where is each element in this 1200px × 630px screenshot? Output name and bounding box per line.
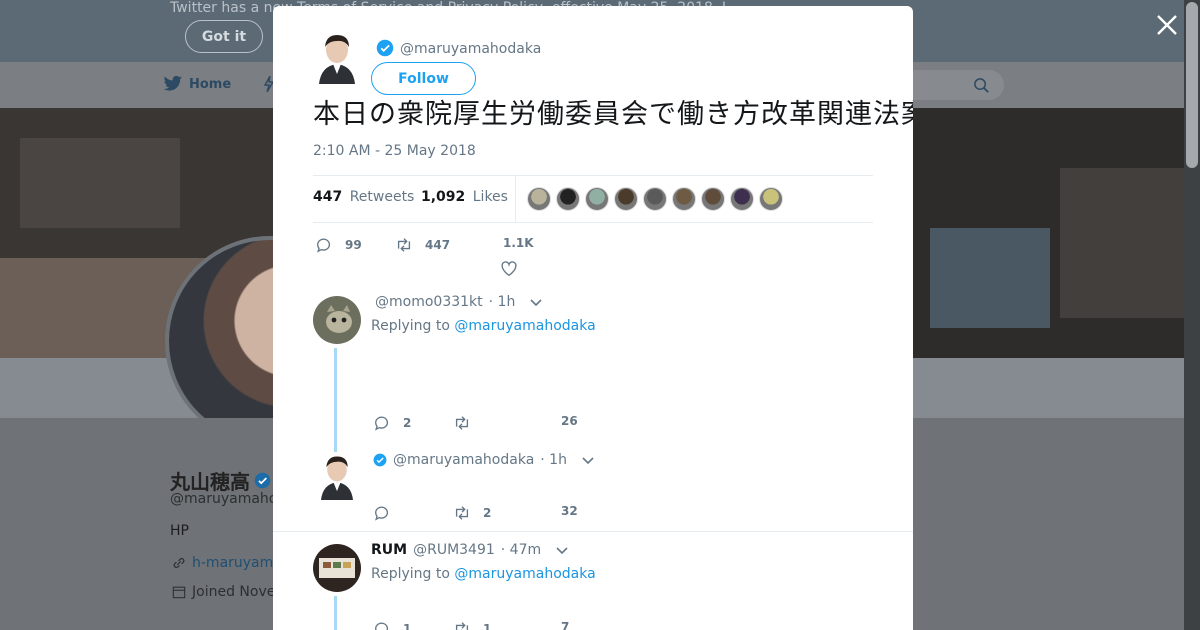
retweet-icon xyxy=(397,238,411,252)
reply-header: RUM @RUM3491 · 47m xyxy=(371,542,569,558)
verified-badge-icon xyxy=(376,39,394,57)
reply-action[interactable]: 2 xyxy=(373,414,411,432)
heart-icon[interactable] xyxy=(500,260,518,278)
thread-line xyxy=(334,348,337,448)
reply-avatar[interactable] xyxy=(313,544,361,592)
link-icon xyxy=(173,558,185,568)
replying-to: Replying to @maruyamahodaka xyxy=(371,318,596,334)
close-icon[interactable] xyxy=(1154,12,1180,38)
nav-home[interactable]: Home xyxy=(163,75,231,93)
like-action[interactable]: 7 xyxy=(561,620,569,630)
retweet-action[interactable] xyxy=(453,414,483,432)
like-action[interactable]: 32 xyxy=(561,504,578,518)
reply-avatar[interactable] xyxy=(313,296,361,344)
calendar-icon xyxy=(172,586,186,599)
author-handle[interactable]: @maruyamahodaka xyxy=(400,41,541,57)
follow-button[interactable]: Follow xyxy=(371,62,476,95)
reply-divider xyxy=(273,531,913,532)
retweet-count: 447 xyxy=(425,238,451,252)
retweet-action[interactable]: 1 xyxy=(453,620,491,630)
twitter-bird-icon xyxy=(163,75,183,91)
reply-header: @maruyamahodaka · 1h xyxy=(373,452,595,468)
like-count: 1.1K xyxy=(503,236,534,250)
reply-icon xyxy=(317,238,331,253)
like-count: 32 xyxy=(561,504,578,518)
reply-icon xyxy=(375,622,389,630)
reply-icon xyxy=(375,506,389,521)
liker-avatar[interactable] xyxy=(585,187,609,211)
retweet-action[interactable]: 447 xyxy=(395,236,450,254)
likes-count: 1,092 xyxy=(421,189,466,205)
verified-badge-icon xyxy=(373,453,387,467)
reply-count: 1 xyxy=(403,622,412,630)
reply-count: 2 xyxy=(403,416,412,430)
retweet-action[interactable]: 2 xyxy=(453,504,491,522)
tweet-text: 本日の衆院厚生労働委員会で働き方改革関連法案が強行採決されました。野党の反対を押… xyxy=(313,99,913,130)
likes-label: Likes xyxy=(472,189,508,205)
like-action[interactable]: 26 xyxy=(561,414,578,428)
chevron-down-icon[interactable] xyxy=(529,298,543,307)
liker-avatar[interactable] xyxy=(672,187,696,211)
retweets-stat[interactable]: 447 Retweets xyxy=(313,189,414,205)
liker-avatar[interactable] xyxy=(614,187,638,211)
reply-count: 99 xyxy=(345,238,362,252)
reply-icon xyxy=(375,416,389,431)
stats-divider xyxy=(515,176,516,223)
reply-action[interactable] xyxy=(373,504,403,522)
reply-name[interactable]: RUM xyxy=(371,542,407,558)
replying-to-handle[interactable]: @maruyamahodaka xyxy=(454,566,595,582)
author-avatar[interactable] xyxy=(313,30,361,84)
retweets-label: Retweets xyxy=(349,189,415,205)
retweet-count: 2 xyxy=(483,506,492,520)
reply-time[interactable]: · 1h xyxy=(489,294,516,310)
reply-handle[interactable]: @momo0331kt xyxy=(375,294,483,310)
replying-prefix: Replying to xyxy=(371,318,450,334)
tweet-actions: 99 447 1.1K xyxy=(313,232,873,282)
profile-bio: HP xyxy=(170,523,189,539)
thread-line xyxy=(334,596,337,630)
liker-avatar[interactable] xyxy=(527,187,551,211)
reply-handle[interactable]: @RUM3491 xyxy=(413,542,495,558)
replying-to: Replying to @maruyamahodaka xyxy=(371,566,596,582)
liker-avatar[interactable] xyxy=(556,187,580,211)
replying-prefix: Replying to xyxy=(371,566,450,582)
tweet-modal: @maruyamahodaka Follow 本日の衆院厚生労働委員会で働き方改… xyxy=(273,6,913,630)
page-scrollbar[interactable] xyxy=(1184,0,1200,630)
scrollbar-thumb[interactable] xyxy=(1186,2,1198,168)
liker-avatars xyxy=(527,187,783,211)
retweet-icon xyxy=(455,622,469,630)
liker-avatar[interactable] xyxy=(759,187,783,211)
tweet-stats: 447 Retweets 1,092 Likes xyxy=(313,175,873,223)
reply-avatar[interactable] xyxy=(313,452,361,500)
like-count: 7 xyxy=(561,620,570,630)
retweets-count: 447 xyxy=(313,189,343,205)
verified-badge-icon xyxy=(254,472,271,489)
retweet-count: 1 xyxy=(483,622,492,630)
tweet-timestamp[interactable]: 2:10 AM - 25 May 2018 xyxy=(313,143,476,159)
liker-avatar[interactable] xyxy=(701,187,725,211)
liker-avatar[interactable] xyxy=(730,187,754,211)
reply-time[interactable]: · 47m xyxy=(501,542,541,558)
reply-handle[interactable]: @maruyamahodaka xyxy=(393,452,534,468)
chevron-down-icon[interactable] xyxy=(581,456,595,465)
retweet-icon xyxy=(455,416,469,430)
like-action[interactable]: 1.1K xyxy=(503,236,534,250)
got-it-button[interactable]: Got it xyxy=(185,20,263,53)
nav-home-label: Home xyxy=(189,76,232,92)
replying-to-handle[interactable]: @maruyamahodaka xyxy=(454,318,595,334)
retweet-icon xyxy=(455,506,469,520)
likes-stat[interactable]: 1,092 Likes xyxy=(421,189,508,205)
like-count: 26 xyxy=(561,414,578,428)
search-icon[interactable] xyxy=(973,77,990,94)
liker-avatar[interactable] xyxy=(643,187,667,211)
chevron-down-icon[interactable] xyxy=(555,546,569,555)
reply-action[interactable]: 99 xyxy=(315,236,362,254)
reply-action[interactable]: 1 xyxy=(373,620,411,630)
reply-header: @momo0331kt · 1h xyxy=(375,294,543,310)
reply-time[interactable]: · 1h xyxy=(540,452,567,468)
